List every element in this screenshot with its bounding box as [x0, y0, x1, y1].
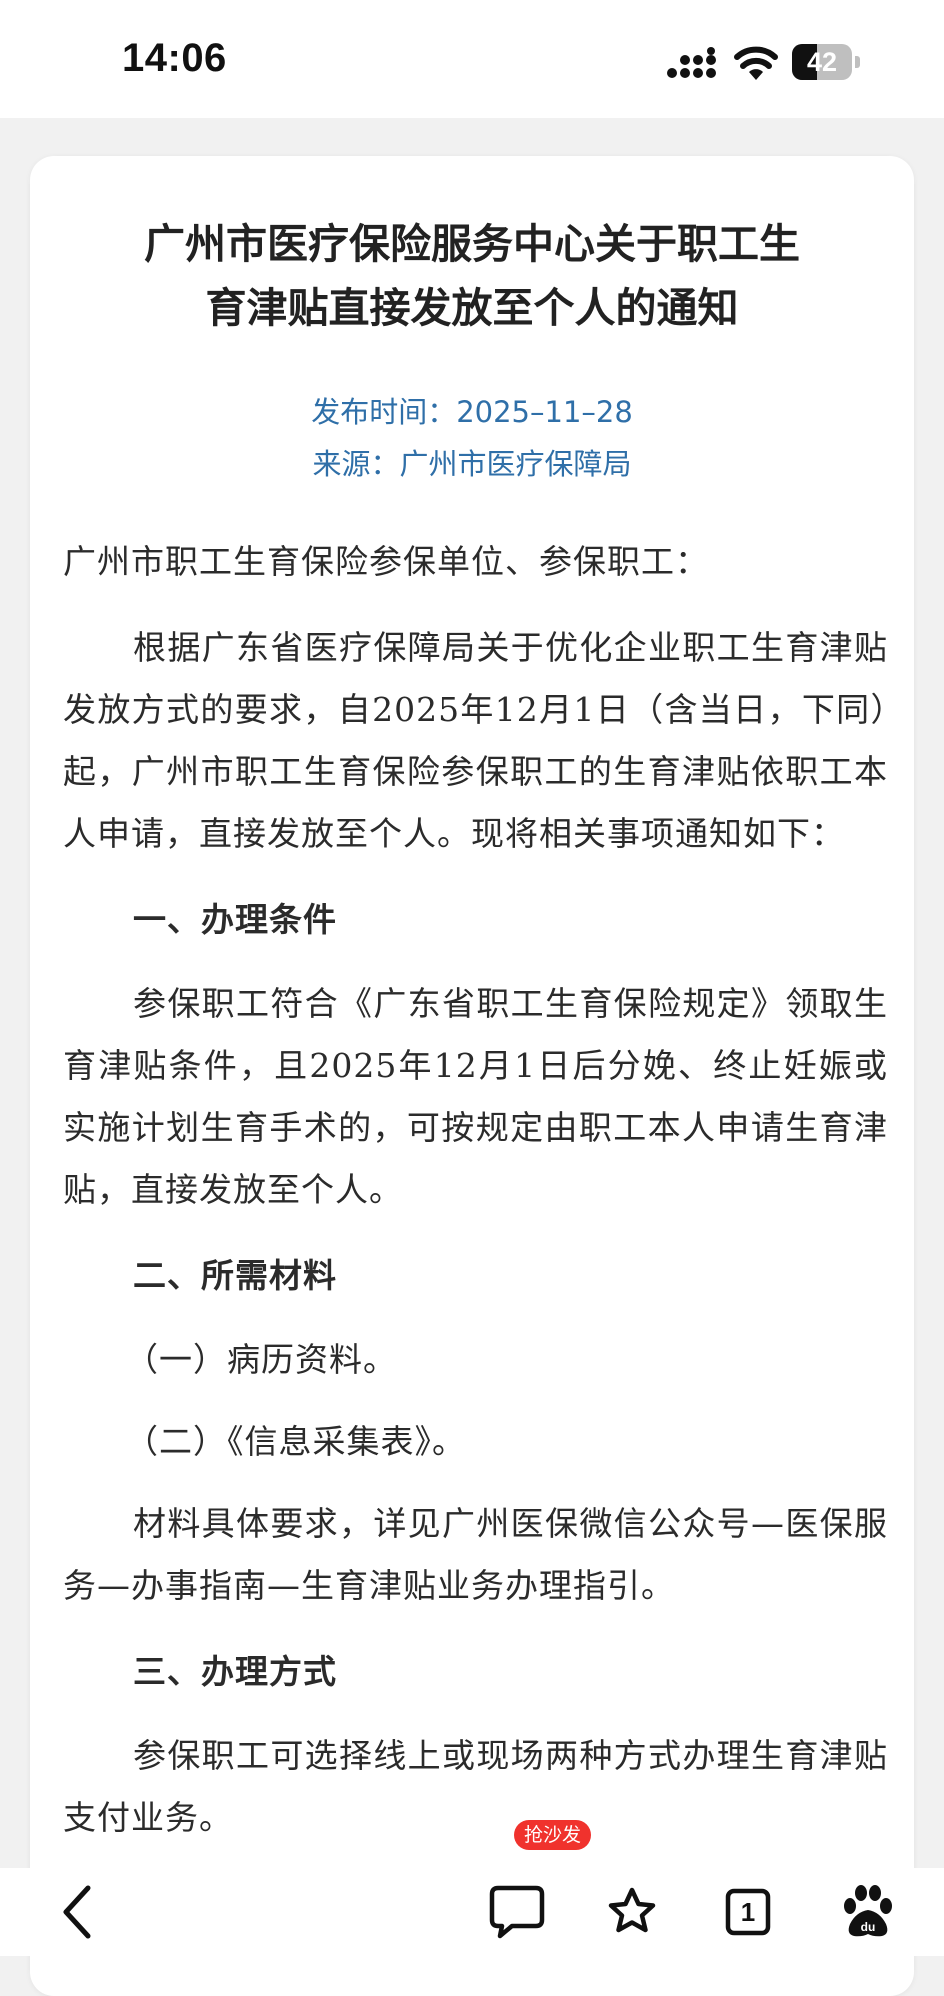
section3-paragraph: 参保职工可选择线上或现场两种方式办理生育津贴支付业务。: [63, 1736, 888, 1837]
back-button[interactable]: [52, 1868, 112, 1956]
comment-badge[interactable]: 抢沙发: [514, 1820, 592, 1850]
star-icon: [608, 1887, 656, 1933]
tabs-button[interactable]: 1: [718, 1868, 778, 1956]
section2-note: 材料具体要求，详见广州医保微信公众号—医保服务—办事指南—生育津贴业务办理指引。: [63, 1504, 888, 1605]
favorite-button[interactable]: [600, 1868, 664, 1956]
article-source: 来源：广州市医疗保障局: [312, 447, 632, 481]
wifi-icon: [734, 46, 778, 80]
article-title: 广州市医疗保险服务中心关于职工生 育津贴直接发放至个人的通知: [80, 212, 864, 340]
baidu-button[interactable]: du: [836, 1868, 900, 1956]
article-title-line2: 育津贴直接发放至个人的通知: [205, 284, 739, 332]
battery-icon: 42: [792, 44, 862, 80]
status-bar: 14:06 42: [0, 0, 944, 118]
cellular-signal-icon: [667, 47, 716, 78]
bottom-toolbar: 1 du: [0, 1868, 944, 1956]
intro-date: 2025年12月1日: [372, 690, 631, 729]
section1-heading: 一、办理条件: [133, 900, 337, 939]
svg-text:du: du: [861, 1920, 876, 1934]
publish-time: 发布时间：2025–11–28: [311, 395, 633, 429]
section3-heading: 三、办理方式: [133, 1652, 337, 1691]
section2-item-1: （一）病历资料。: [125, 1340, 397, 1379]
section2-heading: 二、所需材料: [133, 1256, 337, 1295]
battery-level: 42: [806, 47, 838, 77]
status-time: 14:06: [122, 36, 227, 80]
section2-item-2: （二）《信息采集表》。: [125, 1422, 466, 1461]
salutation: 广州市职工生育保险参保单位、参保职工：: [63, 542, 709, 581]
comment-button[interactable]: [482, 1868, 562, 1956]
baidu-paw-icon: du: [844, 1885, 892, 1937]
article-card: 广州市医疗保险服务中心关于职工生 育津贴直接发放至个人的通知 发布时间：2025…: [30, 156, 914, 1996]
intro-paragraph: 根据广东省医疗保障局关于优化企业职工生育津贴发放方式的要求，自2025年12月1…: [63, 617, 888, 865]
comment-bubble-icon: [489, 1885, 545, 1939]
chevron-left-icon: [63, 1885, 91, 1939]
article-meta: 发布时间：2025–11–28 来源：广州市医疗保障局: [30, 386, 914, 490]
section1-paragraph: 参保职工符合《广东省职工生育保险规定》领取生育津贴条件，且2025年12月1日后…: [63, 973, 888, 1221]
article-title-line1: 广州市医疗保险服务中心关于职工生: [144, 220, 800, 268]
section1-date: 2025年12月1日: [309, 1046, 573, 1085]
article-body: 广州市职工生育保险参保单位、参保职工： 根据广东省医疗保障局关于优化企业职工生育…: [63, 531, 888, 1873]
tabs-count: 1: [740, 1897, 756, 1927]
